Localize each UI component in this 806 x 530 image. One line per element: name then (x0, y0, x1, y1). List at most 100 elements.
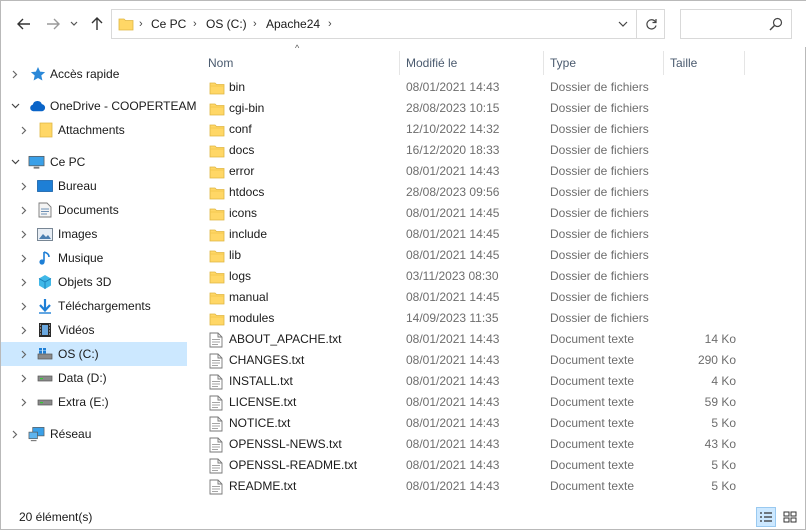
text-file-icon (209, 374, 225, 390)
nav-item-reseau[interactable]: Réseau (1, 422, 187, 446)
file-row[interactable]: INSTALL.txt 08/01/2021 14:43 Document text… (205, 371, 757, 392)
folder-icon (209, 164, 225, 179)
text-file-icon (209, 395, 225, 411)
breadcrumb-os-c[interactable]: OS (C:) (206, 17, 247, 31)
chevron-right-icon[interactable] (7, 422, 23, 446)
file-modified-date: 08/01/2021 14:43 (406, 458, 500, 472)
file-modified-date: 08/01/2021 14:43 (406, 80, 500, 94)
folder-icon (209, 101, 225, 116)
chevron-right-icon[interactable] (16, 294, 32, 318)
column-header-type[interactable]: Type (544, 51, 663, 75)
breadcrumb-chevron-icon[interactable]: › (253, 18, 257, 30)
folder-row[interactable]: include 08/01/2021 14:45 Dossier de fichie… (205, 224, 757, 245)
nav-item-data-d[interactable]: Data (D:) (1, 366, 187, 390)
column-header-date[interactable]: Modifié le (400, 51, 543, 75)
folder-row[interactable]: htdocs 28/08/2023 09:56 Dossier de fichier… (205, 182, 757, 203)
nav-item-telechargements[interactable]: Téléchargements (1, 294, 187, 318)
recent-locations-button[interactable] (63, 13, 85, 35)
text-file-icon (209, 479, 225, 495)
chevron-right-icon[interactable] (16, 342, 32, 366)
chevron-right-icon[interactable] (16, 366, 32, 390)
breadcrumb-chevron-icon[interactable]: › (193, 18, 197, 30)
folder-row[interactable]: icons 08/01/2021 14:45 Dossier de fichiers (205, 203, 757, 224)
chevron-down-icon (618, 21, 628, 27)
folder-row[interactable]: error 08/01/2021 14:43 Dossier de fichiers (205, 161, 757, 182)
breadcrumb-chevron-icon[interactable]: › (139, 18, 143, 30)
file-name: docs (229, 143, 255, 157)
chevron-right-icon[interactable] (7, 62, 23, 86)
address-row: › Ce PC › OS (C:) › Apache24 › (1, 1, 806, 47)
column-header-label: Taille (670, 56, 698, 70)
chevron-right-icon[interactable] (16, 270, 32, 294)
chevron-right-icon[interactable] (16, 222, 32, 246)
file-row[interactable]: OPENSSL-NEWS.txt 08/01/2021 14:43 Document… (205, 434, 757, 455)
nav-item-bureau[interactable]: Bureau (1, 174, 187, 198)
nav-item-videos[interactable]: Vidéos (1, 318, 187, 342)
nav-item-images[interactable]: Images (1, 222, 187, 246)
large-icons-view-button[interactable] (780, 507, 800, 527)
nav-item-documents[interactable]: Documents (1, 198, 187, 222)
up-button[interactable] (86, 13, 108, 35)
address-bar[interactable]: › Ce PC › OS (C:) › Apache24 › (111, 9, 665, 39)
nav-item-extra-e[interactable]: Extra (E:) (1, 390, 187, 414)
folder-row[interactable]: docs 16/12/2020 18:33 Dossier de fichiers (205, 140, 757, 161)
column-header-name[interactable]: Nom (202, 51, 399, 75)
nav-item-attachments[interactable]: Attachments (1, 118, 187, 142)
chevron-right-icon[interactable] (16, 174, 32, 198)
folder-row[interactable]: logs 03/11/2023 08:30 Dossier de fichiers (205, 266, 757, 287)
refresh-button[interactable] (636, 10, 665, 38)
column-header-size[interactable]: Taille (664, 51, 744, 75)
chevron-down-icon[interactable] (7, 94, 23, 118)
folder-icon (37, 122, 54, 138)
forward-button[interactable] (42, 13, 64, 35)
chevron-right-icon[interactable] (16, 390, 32, 414)
nav-item-ce-pc[interactable]: Ce PC (1, 150, 187, 174)
file-name: conf (229, 122, 252, 136)
details-view-button[interactable] (756, 507, 776, 527)
file-row[interactable]: CHANGES.txt 08/01/2021 14:43 Document text… (205, 350, 757, 371)
nav-item-objets-3d[interactable]: Objets 3D (1, 270, 187, 294)
search-input[interactable] (680, 9, 792, 39)
nav-item-os-c[interactable]: OS (C:) (1, 342, 187, 366)
back-button[interactable] (13, 13, 35, 35)
nav-item-musique[interactable]: Musique (1, 246, 187, 270)
chevron-down-icon[interactable] (7, 150, 23, 174)
file-type: Dossier de fichiers (550, 269, 649, 283)
folder-row[interactable]: lib 08/01/2021 14:45 Dossier de fichiers (205, 245, 757, 266)
folder-row[interactable]: manual 08/01/2021 14:45 Dossier de fichier… (205, 287, 757, 308)
breadcrumb-ce-pc[interactable]: Ce PC (151, 17, 186, 31)
file-row[interactable]: LICENSE.txt 08/01/2021 14:43 Document text… (205, 392, 757, 413)
folder-row[interactable]: cgi-bin 28/08/2023 10:15 Dossier de fichie… (205, 98, 757, 119)
file-row[interactable]: ABOUT_APACHE.txt 08/01/2021 14:43 Document… (205, 329, 757, 350)
file-row[interactable]: NOTICE.txt 08/01/2021 14:43 Document texte… (205, 413, 757, 434)
chevron-right-icon[interactable] (16, 198, 32, 222)
file-modified-date: 16/12/2020 18:33 (406, 143, 500, 157)
large-icons-view-icon (783, 511, 797, 523)
file-name: ABOUT_APACHE.txt (229, 332, 342, 346)
file-row[interactable]: README.txt 08/01/2021 14:43 Document texte… (205, 476, 757, 497)
nav-item-onedrive[interactable]: OneDrive - COOPERTEAM (1, 94, 196, 118)
column-divider[interactable] (744, 51, 745, 75)
folder-icon (209, 248, 225, 263)
breadcrumb-apache24[interactable]: Apache24 (266, 17, 320, 31)
folder-icon (209, 290, 225, 305)
file-type: Document texte (550, 416, 635, 430)
folder-row[interactable]: conf 12/10/2022 14:32 Dossier de fichiers (205, 119, 757, 140)
chevron-right-icon[interactable] (16, 318, 32, 342)
file-row[interactable]: OPENSSL-README.txt 08/01/2021 14:43 Docume… (205, 455, 757, 476)
breadcrumb-chevron-icon[interactable]: › (328, 18, 332, 30)
folder-row[interactable]: modules 14/09/2023 11:35 Dossier de fichie… (205, 308, 757, 329)
chevron-right-icon[interactable] (16, 118, 32, 142)
file-list: ^ Nom Modifié le Type Taille bin 08/01/20… (187, 43, 806, 499)
nav-item-acces-rapide[interactable]: Accès rapide (1, 62, 187, 86)
file-type: Dossier de fichiers (550, 185, 649, 199)
column-header-label: Type (550, 56, 577, 70)
folder-row[interactable]: bin 08/01/2021 14:43 Dossier de fichiers (205, 77, 757, 98)
file-type: Document texte (550, 353, 635, 367)
folder-icon (118, 17, 134, 34)
file-type: Dossier de fichiers (550, 227, 649, 241)
chevron-right-icon[interactable] (16, 246, 32, 270)
nav-item-label: Data (D:) (58, 371, 107, 385)
drive-icon (36, 394, 53, 410)
address-dropdown-button[interactable] (611, 10, 635, 38)
